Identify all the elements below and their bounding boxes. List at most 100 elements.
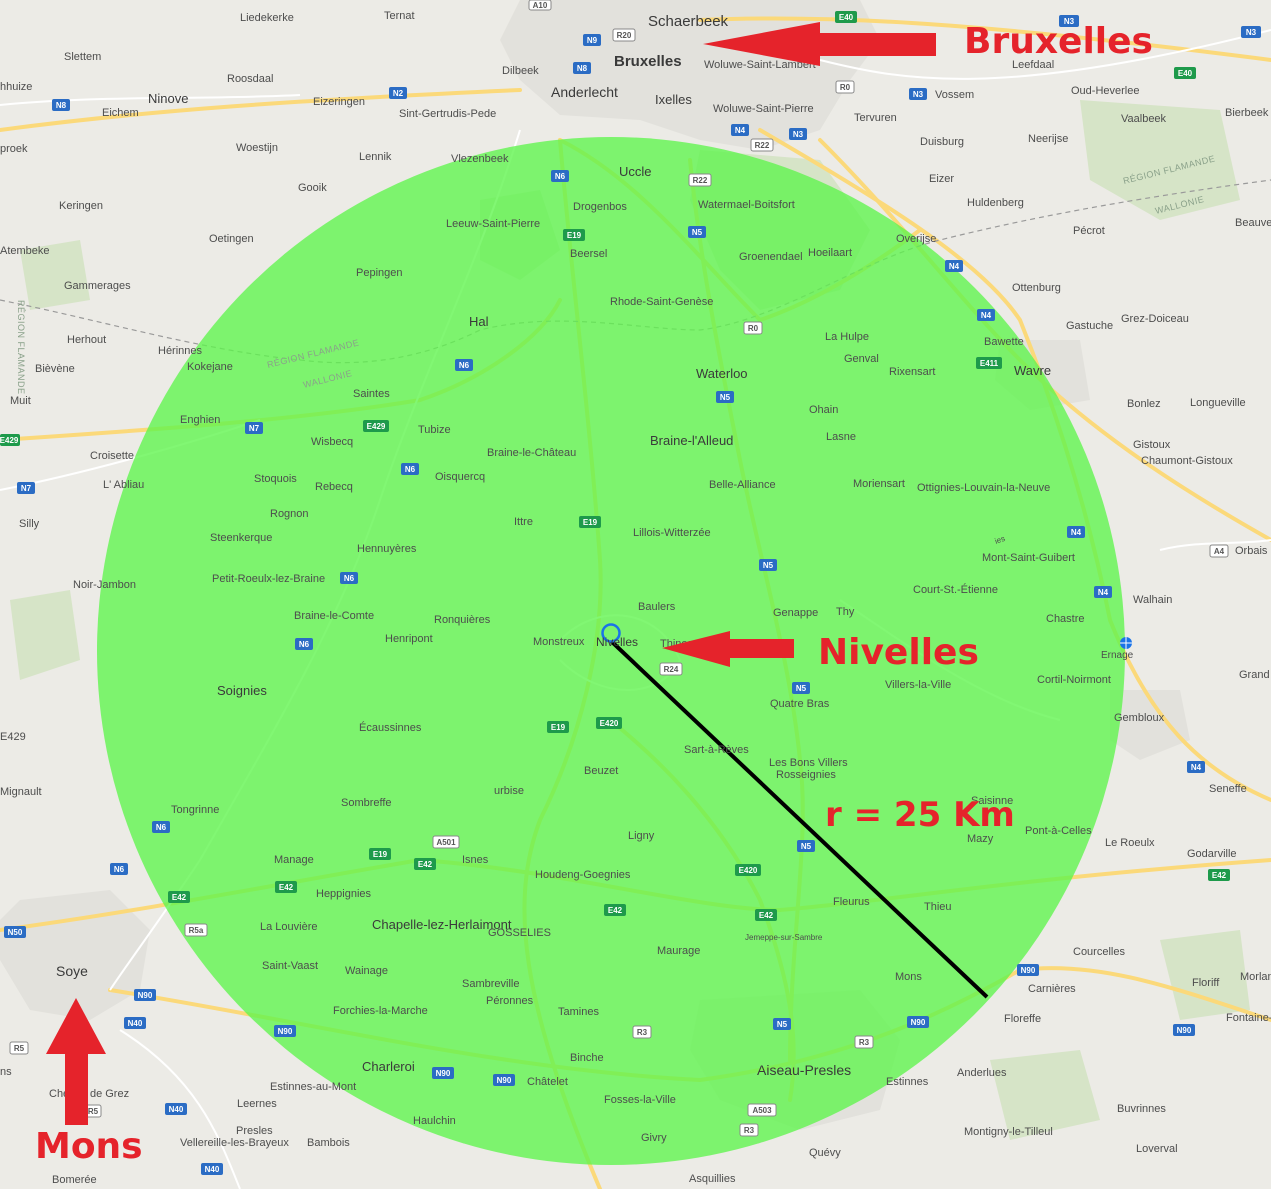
road-shield-label: N6 (114, 865, 125, 874)
town-label: Bruxelles (614, 53, 682, 70)
road-shield: N5 (792, 682, 810, 694)
road-shield: E429 (363, 420, 389, 432)
town-label: Bierbeek (1225, 107, 1269, 119)
town-label: Beauve (1235, 217, 1271, 229)
road-shield: N6 (455, 359, 473, 371)
road-shield: N6 (295, 638, 313, 650)
road-shield: N90 (274, 1025, 296, 1037)
town-label: Ronquières (434, 614, 491, 626)
town-label: Villers-la-Ville (885, 679, 951, 691)
town-label: Braine-l'Alleud (650, 433, 733, 448)
road-shield: N90 (1173, 1024, 1195, 1036)
road-shield-label: E42 (1212, 871, 1227, 880)
road-shield-label: E19 (583, 518, 598, 527)
town-label: Rognon (270, 508, 309, 520)
road-shield-label: R0 (748, 324, 759, 333)
town-label: Rosseignies (776, 769, 836, 781)
road-shield-label: N90 (138, 991, 153, 1000)
road-shield: A503 (747, 1103, 777, 1117)
town-label: Henripont (385, 633, 433, 645)
road-shield: E42 (604, 904, 626, 916)
road-shield-label: E19 (567, 231, 582, 240)
town-label: Thieu (924, 901, 952, 913)
town-label: Eizer (929, 173, 954, 185)
road-shield-label: N4 (949, 262, 960, 271)
road-shield: A10 (528, 0, 552, 11)
town-label: Steenkerque (210, 532, 272, 544)
road-shield-label: N6 (405, 465, 416, 474)
road-shield: E42 (168, 891, 190, 903)
road-shield-label: E429 (0, 436, 19, 445)
town-label: Forchies-la-Marche (333, 1005, 428, 1017)
town-label: Bambois (307, 1137, 350, 1149)
road-shield-label: N4 (1191, 763, 1202, 772)
mons-callout: Mons (35, 1126, 143, 1167)
road-shield-label: N40 (205, 1165, 220, 1174)
town-label: Chastre (1046, 613, 1085, 625)
town-label: Quatre Bras (770, 698, 830, 710)
town-label: Givry (641, 1132, 667, 1144)
town-label: Maurage (657, 945, 700, 957)
town-label: Floreffe (1004, 1013, 1041, 1025)
map-canvas[interactable]: RÉGION FLAMANDE WALLONIE RÉGION FLAMANDE… (0, 0, 1271, 1189)
town-label: Hal (469, 314, 489, 329)
road-shield: R22 (750, 138, 774, 152)
globe-icon[interactable] (1120, 637, 1132, 649)
town-label: Vaalbeek (1121, 113, 1167, 125)
road-shield-label: N90 (1177, 1026, 1192, 1035)
town-label: Enghien (180, 414, 220, 426)
road-shield: N6 (551, 170, 569, 182)
town-label: Lennik (359, 151, 392, 163)
town-label: Eichem (102, 107, 139, 119)
road-shield-label: N8 (577, 64, 588, 73)
road-shield-label: N90 (278, 1027, 293, 1036)
road-shield: N5 (797, 840, 815, 852)
road-shield: N40 (165, 1103, 187, 1115)
town-label: Ernage (1101, 650, 1134, 661)
town-label: Presles (236, 1125, 273, 1137)
town-label: urbise (494, 785, 524, 797)
town-label: Tamines (558, 1006, 599, 1018)
town-label: Braine-le-Château (487, 447, 576, 459)
town-label: Gooik (298, 182, 327, 194)
town-label: Neerijse (1028, 133, 1068, 145)
road-shield: N4 (1094, 586, 1112, 598)
road-shield-label: R24 (664, 665, 679, 674)
road-shield-label: N5 (796, 684, 807, 693)
road-shield: N50 (4, 926, 26, 938)
road-shield-label: E420 (600, 719, 619, 728)
town-label: Quévy (809, 1147, 841, 1159)
road-shield-label: N6 (555, 172, 566, 181)
road-shield: E19 (547, 721, 569, 733)
road-shield-label: N4 (1071, 528, 1082, 537)
town-label: Beersel (570, 248, 607, 260)
road-shield: E19 (369, 848, 391, 860)
town-label: ns (0, 1066, 12, 1078)
town-label: Fontaine-l'Évêque (1226, 1011, 1271, 1024)
road-shield: N3 (909, 88, 927, 100)
road-shield-label: R5 (14, 1044, 25, 1053)
town-label: Chemin de Grez (49, 1088, 129, 1100)
town-label: Manage (274, 854, 314, 866)
road-shield-label: E420 (739, 866, 758, 875)
town-label: Court-St.-Étienne (913, 583, 998, 596)
road-shield-label: R0 (840, 83, 851, 92)
town-label: Ninove (148, 91, 188, 106)
town-label: Fleurus (833, 896, 870, 908)
road-shield-label: E19 (373, 850, 388, 859)
road-shield: R24 (659, 662, 683, 676)
town-label: La Hulpe (825, 331, 869, 343)
town-label: Aiseau-Presles (757, 1062, 851, 1078)
town-label: Silly (19, 518, 40, 530)
town-label: Tervuren (854, 112, 897, 124)
town-label: Overijse (896, 233, 936, 245)
road-shield-label: N90 (911, 1018, 926, 1027)
town-label: Muit (10, 395, 31, 407)
road-shield-label: N6 (344, 574, 355, 583)
road-shield-label: E40 (1178, 69, 1193, 78)
town-label: Heppignies (316, 888, 372, 900)
road-shield: E40 (1174, 67, 1196, 79)
town-label: Asquillies (689, 1173, 736, 1185)
town-label: Drogenbos (573, 201, 627, 213)
town-label: Genappe (773, 607, 818, 619)
